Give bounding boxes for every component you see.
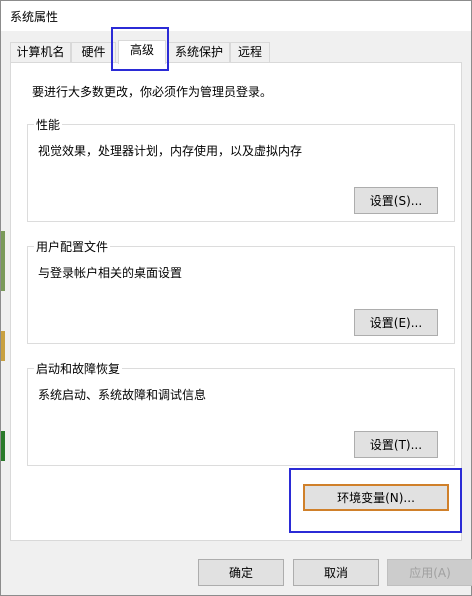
cancel-button[interactable]: 取消 [293, 559, 379, 586]
tab-system-protection[interactable]: 系统保护 [168, 42, 230, 62]
tab-computer-name[interactable]: 计算机名 [10, 42, 71, 62]
tab-label: 系统保护 [174, 45, 223, 59]
startup-recovery-group: 启动和故障恢复 系统启动、系统故障和调试信息 设置(T)... [27, 360, 455, 466]
startup-recovery-description: 系统启动、系统故障和调试信息 [38, 388, 207, 402]
tab-hardware[interactable]: 硬件 [71, 42, 116, 62]
tab-remote[interactable]: 远程 [230, 42, 270, 62]
tab-label: 高级 [129, 43, 154, 57]
user-profiles-title: 用户配置文件 [34, 238, 111, 255]
tab-label: 计算机名 [16, 45, 65, 59]
strip-segment [1, 431, 5, 461]
tab-label: 远程 [237, 45, 262, 59]
startup-recovery-title: 启动和故障恢复 [34, 360, 123, 377]
performance-group: 性能 视觉效果，处理器计划，内存使用，以及虚拟内存 设置(S)... [27, 116, 455, 222]
background-window-strip [1, 31, 5, 591]
title-bar[interactable]: 系统属性 [1, 1, 471, 31]
user-profiles-group: 用户配置文件 与登录帐户相关的桌面设置 设置(E)... [27, 238, 455, 344]
startup-recovery-settings-button[interactable]: 设置(T)... [354, 431, 438, 458]
environment-variables-button[interactable]: 环境变量(N)... [303, 484, 449, 511]
ok-button[interactable]: 确定 [198, 559, 284, 586]
performance-settings-button[interactable]: 设置(S)... [354, 187, 438, 214]
admin-notice: 要进行大多数更改，你必须作为管理员登录。 [32, 85, 273, 99]
tab-label: 硬件 [81, 45, 106, 59]
strip-segment [1, 231, 5, 291]
apply-button[interactable]: 应用(A) [387, 559, 472, 586]
strip-segment [1, 331, 5, 361]
performance-description: 视觉效果，处理器计划，内存使用，以及虚拟内存 [38, 144, 303, 158]
user-profiles-settings-button[interactable]: 设置(E)... [354, 309, 438, 336]
performance-title: 性能 [34, 116, 63, 133]
window-title: 系统属性 [10, 10, 59, 24]
advanced-tab-panel: 要进行大多数更改，你必须作为管理员登录。 性能 视觉效果，处理器计划，内存使用，… [10, 62, 462, 541]
system-properties-window: 系统属性 计算机名 硬件 高级 系统保护 远程 要进行大多数更改，你必须作为管理… [0, 0, 472, 596]
tab-advanced[interactable]: 高级 [118, 40, 166, 64]
user-profiles-description: 与登录帐户相关的桌面设置 [38, 266, 183, 280]
